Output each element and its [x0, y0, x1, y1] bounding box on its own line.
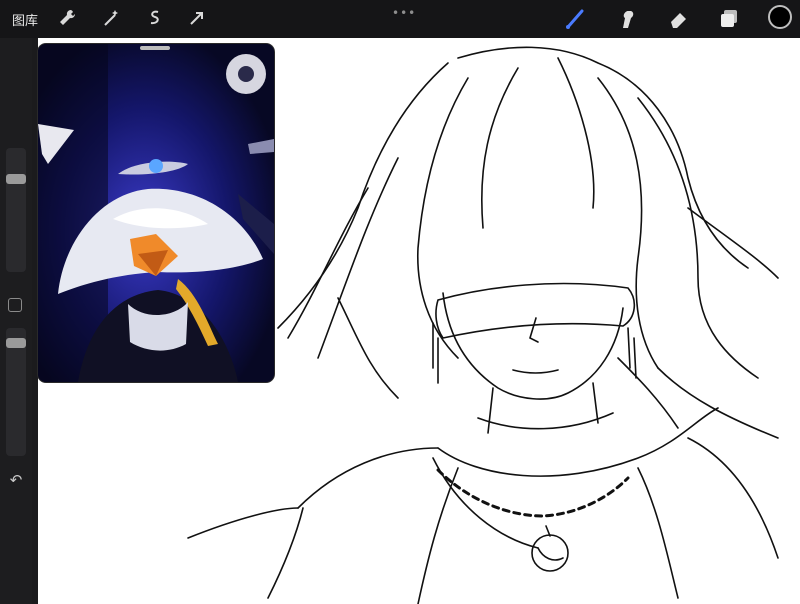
window-indicator[interactable]: •••: [392, 6, 416, 20]
smudge-icon[interactable]: [614, 6, 640, 32]
reference-window[interactable]: [38, 44, 274, 382]
brush-icon[interactable]: [562, 6, 588, 32]
modifier-button[interactable]: [8, 298, 22, 312]
layers-icon[interactable]: [716, 6, 742, 32]
reference-image: [38, 44, 274, 382]
transform-arrow-icon[interactable]: [186, 7, 208, 29]
reference-drag-handle[interactable]: [140, 46, 170, 50]
opacity-thumb[interactable]: [6, 338, 26, 348]
selection-icon[interactable]: [144, 7, 166, 29]
wrench-icon[interactable]: [56, 7, 78, 29]
gallery-button[interactable]: 图库: [12, 10, 38, 29]
brush-size-thumb[interactable]: [6, 174, 26, 184]
sidebar: ↶: [0, 38, 32, 604]
undo-icon[interactable]: ↶: [6, 470, 26, 490]
top-toolbar: 图库 •••: [0, 0, 800, 38]
color-picker-button[interactable]: [768, 5, 792, 29]
magic-wand-icon[interactable]: [100, 7, 122, 29]
brush-size-slider[interactable]: [6, 148, 26, 272]
eraser-icon[interactable]: [666, 6, 692, 32]
